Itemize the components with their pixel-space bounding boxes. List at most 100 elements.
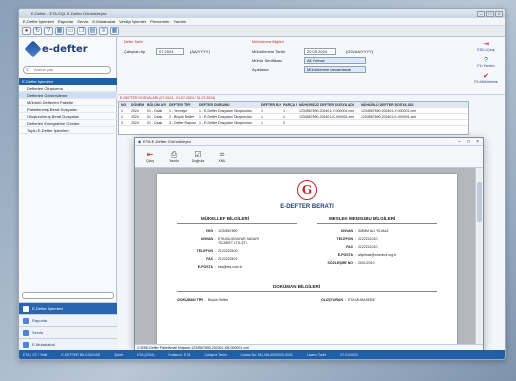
sidebar-item[interactable]: Defterleri Oluşturma bbox=[19, 85, 117, 92]
sidebar-item-active[interactable]: Defterleri Görüntüleme bbox=[19, 92, 117, 99]
sertifika-label: Mühür Sertifikası bbox=[252, 58, 283, 63]
exit-button[interactable]: ⇥ ESC=Çıkış bbox=[469, 39, 503, 53]
search-icon: ⌕ bbox=[26, 67, 29, 73]
seal-button[interactable]: ✔ F2=Mühürleme bbox=[469, 71, 503, 85]
service-icon bbox=[23, 329, 29, 336]
sidebar: e-defter ⌕ Arama yap E-Defter İşlemleri … bbox=[19, 37, 117, 350]
dialog-title-bar: ◆ ETA:E-Defter Görüntüleyici – □ × bbox=[135, 138, 483, 146]
title-bar: E-Defter - ETA:SQL E-Defter Görüntüleyic… bbox=[19, 9, 505, 18]
sidebar-item[interactable]: Toplu E-Defter İşlemleri bbox=[19, 127, 117, 134]
document-title: E-DEFTER BERATI bbox=[280, 204, 334, 210]
kv-row: OLUŞTURAN: ETA MUHASEBE bbox=[321, 298, 375, 302]
meslek-section-title: MESLEK MENSUBU BİLGİLERİ bbox=[329, 216, 396, 221]
help-circle-icon: ? bbox=[484, 56, 488, 64]
exit-icon: ⇤ bbox=[146, 150, 154, 159]
dialog-toolbar: ⇤ Çıkış ⎙ Yazdır ☑ Doğrula ⌗ XML bbox=[135, 146, 483, 168]
berat-page: G E-DEFTER BERATI MÜKELLEF BİLGİLERİ MES… bbox=[157, 174, 457, 346]
gib-seal-logo: G bbox=[297, 180, 317, 200]
nav-raporlar[interactable]: Raporlar bbox=[19, 314, 117, 326]
sidebar-item[interactable]: Defterleri Entegratöre Gönder bbox=[19, 120, 117, 127]
dialog-title: ETA:E-Defter Görüntüleyici bbox=[143, 139, 192, 144]
table-icon[interactable]: ▦ bbox=[110, 27, 119, 35]
xml-icon: ⌗ bbox=[219, 150, 225, 159]
kv-row: TELEFON:2122221010 bbox=[336, 237, 378, 241]
menu-pencereler[interactable]: Pencereler bbox=[150, 19, 169, 24]
sertifika-select[interactable]: Ali Yılmaz bbox=[304, 57, 366, 64]
kv-row: SÖZLEŞME NO:2001/2010 bbox=[327, 261, 375, 265]
donem-hint: (AA/YYYY) bbox=[190, 49, 210, 54]
divider bbox=[177, 223, 297, 224]
donem-input[interactable]: 07.2024 bbox=[156, 48, 184, 55]
nav-edefter[interactable]: E-Defter İşlemleri bbox=[19, 302, 117, 314]
muhur-header: Mühürlenme Bilgileri bbox=[252, 40, 284, 44]
sidebar-item[interactable]: Mühürlü Defterleri Paketle bbox=[19, 99, 117, 106]
menu-yardim[interactable]: Yardım bbox=[174, 19, 187, 24]
sidebar-header[interactable]: E-Defter İşlemleri bbox=[19, 78, 117, 85]
stop-icon[interactable]: ● bbox=[22, 27, 31, 35]
help-icon[interactable]: ? bbox=[44, 27, 53, 35]
nav-emutabakat[interactable]: E-Mutabakat bbox=[19, 338, 117, 350]
divider bbox=[177, 291, 437, 292]
sidebar-filter-input[interactable] bbox=[22, 292, 114, 299]
kv-row: UNVAN: ETA BİLGİSAYAR SANAYİ TİCARET LTD.… bbox=[200, 237, 260, 245]
sidebar-item[interactable]: Paketlenmiş Berat Dosyaları bbox=[19, 106, 117, 113]
sidebar-bottom-nav: E-Defter İşlemleri Raporlar Servis E-Mut… bbox=[19, 292, 117, 350]
dokuman-section-title: DOKÜMAN BİLGİLERİ bbox=[273, 284, 320, 289]
menu-servis[interactable]: Servis bbox=[77, 19, 88, 24]
kv-row: TELEFON:2122223100 bbox=[196, 249, 238, 253]
viewer-scrollbar[interactable] bbox=[475, 168, 483, 344]
dialog-xml-button[interactable]: ⌗ XML bbox=[215, 150, 229, 163]
document-viewer: G E-DEFTER BERATI MÜKELLEF BİLGİLERİ MES… bbox=[135, 168, 475, 346]
edefter-logo: e-defter bbox=[24, 40, 88, 58]
form-area: Defter Tarihi Çalışılan Ay 07.2024 (AA/Y… bbox=[118, 37, 505, 95]
kv-row: DOKÜMAN TİPİ: Büyük Defter bbox=[177, 298, 229, 302]
dialog-maximize-icon[interactable]: □ bbox=[467, 139, 470, 145]
muhur-tarihi-label: Mühürlenme Tarihi bbox=[252, 49, 285, 54]
aciklama-label: Açıklama bbox=[252, 67, 269, 72]
dialog-close-icon[interactable]: × bbox=[476, 139, 479, 145]
window-icon[interactable]: ▭ bbox=[66, 27, 75, 35]
verify-icon: ☑ bbox=[194, 150, 202, 159]
status-bar: ETA | GT / Yetki E-DEFTER BİLGİSAYAR Şir… bbox=[19, 350, 505, 359]
dialog-print-button[interactable]: ⎙ Yazdır bbox=[167, 150, 181, 163]
tile-icon[interactable]: ▤ bbox=[88, 27, 97, 35]
nav-servis[interactable]: Servis bbox=[19, 326, 117, 338]
main-panel: Defter Tarihi Çalışılan Ay 07.2024 (AA/Y… bbox=[118, 37, 505, 351]
scroll-thumb[interactable] bbox=[477, 182, 482, 222]
menu-verdiyi[interactable]: Verdiyi İşlemler bbox=[119, 19, 146, 24]
close-icon[interactable]: × bbox=[495, 10, 503, 17]
dialog-exit-button[interactable]: ⇤ Çıkış bbox=[143, 150, 157, 163]
menu-edefter[interactable]: E-Defter İşlemleri bbox=[23, 19, 54, 24]
kv-row: E-POSTA: aliyilmaz@smmmz.org.tr bbox=[337, 253, 397, 257]
folder-icon bbox=[23, 305, 29, 312]
app-icon: ◆ bbox=[138, 139, 142, 144]
refresh-icon[interactable]: ↻ bbox=[33, 27, 42, 35]
sidebar-list: Defterleri Oluşturma Defterleri Görüntül… bbox=[19, 85, 117, 134]
kv-row: FAX:2122221010 bbox=[346, 245, 378, 249]
table-row[interactable]: 3 2024 01 - Ocak 3 - Defter Raporu 1 - E-Def… bbox=[119, 120, 468, 126]
seal-icon: ✔ bbox=[483, 72, 489, 80]
toolbar: ● ↻ ? ▦ ▭ ❐ ▤ ≡ ▦ bbox=[19, 26, 505, 37]
maximize-icon[interactable]: □ bbox=[486, 10, 494, 17]
dialog-verify-button[interactable]: ☑ Doğrula bbox=[191, 150, 205, 163]
grid-icon[interactable]: ▦ bbox=[55, 27, 64, 35]
minimize-icon[interactable]: – bbox=[477, 10, 485, 17]
menu-emutabakat[interactable]: E-Mutabakat bbox=[92, 19, 115, 24]
dialog-minimize-icon[interactable]: – bbox=[458, 139, 461, 145]
kv-row: UNVAN: SMMM ALİ YILMAZ bbox=[340, 229, 389, 233]
defter-tarihi-header: Defter Tarihi bbox=[124, 40, 143, 44]
report-icon bbox=[23, 317, 29, 324]
action-panel: ⇥ ESC=Çıkış ? F1=Yardım ✔ F2=Mühürleme bbox=[469, 39, 503, 87]
kv-row: FAX:2122223101 bbox=[206, 257, 238, 261]
logo-diamond-icon bbox=[24, 40, 42, 58]
sidebar-search-input[interactable]: ⌕ Arama yap bbox=[23, 66, 111, 74]
menu-raporlar[interactable]: Raporlar bbox=[58, 19, 73, 24]
donem-label: Çalışılan Ay bbox=[124, 49, 146, 54]
list-icon[interactable]: ≡ bbox=[99, 27, 108, 35]
cascade-icon[interactable]: ❐ bbox=[77, 27, 86, 35]
aciklama-input[interactable]: Mühürlenme tamamlandı bbox=[304, 66, 366, 73]
handshake-icon bbox=[23, 341, 29, 348]
sidebar-item[interactable]: Oluşturulmuş Berat Dosyaları bbox=[19, 113, 117, 120]
help-button[interactable]: ? F1=Yardım bbox=[469, 55, 503, 69]
muhur-tarihi-input[interactable]: 20.09.2024 bbox=[304, 48, 336, 55]
